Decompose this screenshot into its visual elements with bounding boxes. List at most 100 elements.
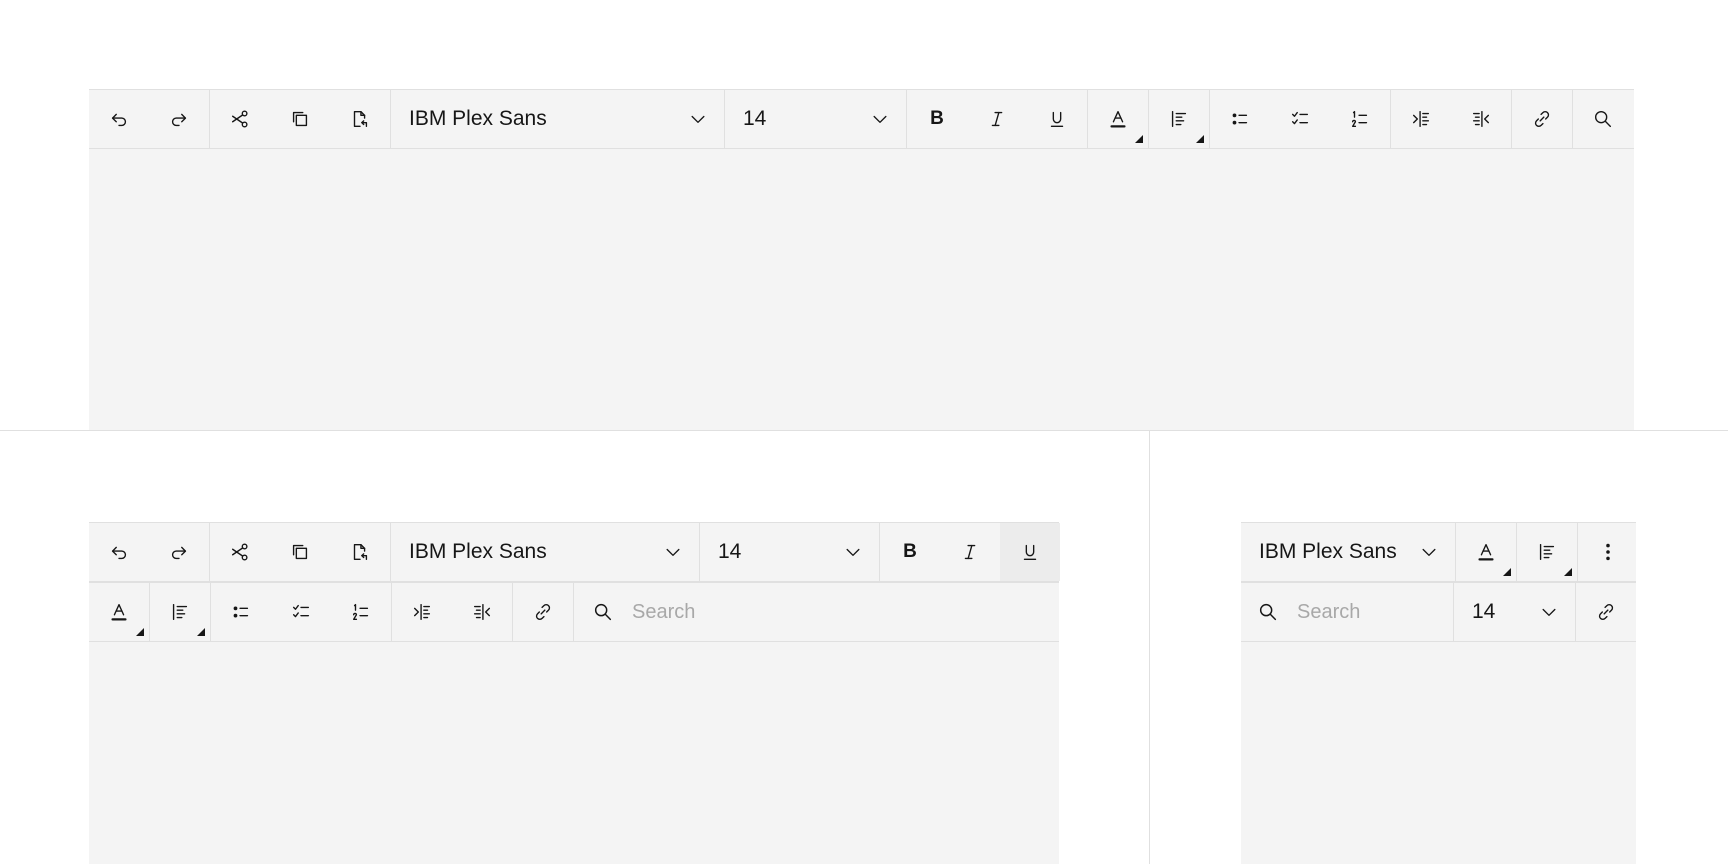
numbered-list-icon bbox=[352, 603, 369, 621]
link-button[interactable] bbox=[1512, 90, 1572, 148]
chevron-down-icon bbox=[666, 548, 680, 556]
clipboard-group bbox=[210, 90, 391, 148]
paste-icon bbox=[353, 110, 368, 128]
align-button[interactable] bbox=[1517, 523, 1577, 581]
font-size-group: 14 bbox=[1454, 583, 1576, 641]
search-field[interactable]: Search bbox=[574, 583, 1059, 641]
link-icon bbox=[1598, 603, 1614, 621]
overflow-menu-icon bbox=[1606, 543, 1610, 561]
outdent-button[interactable] bbox=[452, 583, 512, 641]
bold-button[interactable]: B bbox=[880, 523, 940, 581]
submenu-indicator bbox=[1135, 135, 1143, 143]
align-button[interactable] bbox=[1149, 90, 1209, 148]
cut-icon bbox=[231, 543, 248, 561]
search-field[interactable]: Search bbox=[1241, 583, 1453, 641]
checklist-button[interactable] bbox=[1270, 90, 1330, 148]
toolbar-full: IBM Plex Sans 14 B bbox=[89, 89, 1634, 149]
alignment-group bbox=[150, 583, 211, 641]
indent-group bbox=[392, 583, 513, 641]
section-divider-vertical bbox=[1149, 430, 1150, 864]
font-family-dropdown[interactable]: IBM Plex Sans bbox=[391, 523, 699, 581]
font-size-value: 14 bbox=[743, 107, 767, 130]
bold-icon: B bbox=[903, 541, 917, 562]
text-color-icon bbox=[1478, 543, 1494, 561]
submenu-indicator bbox=[197, 628, 205, 636]
search-icon bbox=[1594, 110, 1612, 128]
copy-button[interactable] bbox=[270, 523, 330, 581]
search-button[interactable] bbox=[1573, 90, 1633, 148]
submenu-indicator bbox=[136, 628, 144, 636]
cut-icon bbox=[231, 110, 248, 128]
chevron-down-icon bbox=[846, 548, 860, 556]
font-size-value: 14 bbox=[1472, 600, 1496, 623]
checklist-button[interactable] bbox=[271, 583, 331, 641]
search-placeholder: Search bbox=[1297, 600, 1361, 623]
bullet-list-button[interactable] bbox=[211, 583, 271, 641]
alignment-group bbox=[1517, 523, 1578, 581]
numbered-list-button[interactable] bbox=[1330, 90, 1390, 148]
align-left-icon bbox=[172, 603, 188, 621]
text-color-button[interactable] bbox=[1456, 523, 1516, 581]
cut-button[interactable] bbox=[210, 523, 270, 581]
numbered-list-icon bbox=[1351, 110, 1368, 128]
text-color-group bbox=[89, 583, 150, 641]
italic-icon bbox=[991, 111, 1003, 127]
toolbar-medium-row-1: IBM Plex Sans 14 B bbox=[89, 522, 1060, 582]
undo-button[interactable] bbox=[89, 523, 149, 581]
copy-button[interactable] bbox=[270, 90, 330, 148]
underline-button[interactable] bbox=[1027, 90, 1087, 148]
undo-button[interactable] bbox=[89, 90, 149, 148]
link-button[interactable] bbox=[513, 583, 573, 641]
text-color-button[interactable] bbox=[1088, 90, 1148, 148]
italic-icon bbox=[964, 544, 976, 560]
redo-button[interactable] bbox=[149, 523, 209, 581]
italic-button[interactable] bbox=[940, 523, 1000, 581]
font-family-dropdown[interactable]: IBM Plex Sans bbox=[1241, 523, 1455, 581]
indent-group bbox=[1391, 90, 1512, 148]
font-size-dropdown[interactable]: 14 bbox=[1454, 583, 1575, 641]
alignment-group bbox=[1149, 90, 1210, 148]
underline-icon bbox=[1050, 111, 1064, 128]
font-family-group: IBM Plex Sans bbox=[391, 523, 700, 581]
bullet-list-button[interactable] bbox=[1210, 90, 1270, 148]
toolbar-medium-row-2: Search bbox=[89, 582, 1059, 642]
overflow-group bbox=[1578, 523, 1638, 581]
link-button[interactable] bbox=[1576, 583, 1636, 641]
font-size-dropdown[interactable]: 14 bbox=[700, 523, 879, 581]
text-color-group bbox=[1088, 90, 1149, 148]
checklist-icon bbox=[1291, 111, 1309, 125]
paste-button[interactable] bbox=[330, 523, 390, 581]
link-group bbox=[1512, 90, 1573, 148]
paste-button[interactable] bbox=[330, 90, 390, 148]
outdent-button[interactable] bbox=[1451, 90, 1511, 148]
undo-icon bbox=[111, 546, 127, 560]
align-button[interactable] bbox=[150, 583, 210, 641]
copy-icon bbox=[292, 111, 308, 127]
align-left-icon bbox=[1539, 543, 1555, 561]
section-divider-horizontal bbox=[0, 430, 1728, 431]
list-group bbox=[211, 583, 392, 641]
italic-button[interactable] bbox=[967, 90, 1027, 148]
text-style-group: B bbox=[880, 523, 1060, 581]
outdent-icon bbox=[1472, 110, 1490, 128]
indent-button[interactable] bbox=[1391, 90, 1451, 148]
submenu-indicator bbox=[1564, 568, 1572, 576]
search-icon bbox=[1259, 603, 1277, 621]
cut-button[interactable] bbox=[210, 90, 270, 148]
underline-button[interactable] bbox=[1000, 523, 1060, 581]
text-style-group: B bbox=[907, 90, 1088, 148]
overflow-menu-button[interactable] bbox=[1578, 523, 1638, 581]
font-family-group: IBM Plex Sans bbox=[391, 90, 725, 148]
text-color-button[interactable] bbox=[89, 583, 149, 641]
numbered-list-button[interactable] bbox=[331, 583, 391, 641]
history-group bbox=[89, 90, 210, 148]
font-size-value: 14 bbox=[718, 540, 742, 563]
indent-button[interactable] bbox=[392, 583, 452, 641]
font-family-dropdown[interactable]: IBM Plex Sans bbox=[391, 90, 724, 148]
font-size-dropdown[interactable]: 14 bbox=[725, 90, 906, 148]
bold-button[interactable]: B bbox=[907, 90, 967, 148]
link-group bbox=[1576, 583, 1636, 641]
link-icon bbox=[535, 603, 551, 621]
font-family-group: IBM Plex Sans bbox=[1241, 523, 1456, 581]
redo-button[interactable] bbox=[149, 90, 209, 148]
